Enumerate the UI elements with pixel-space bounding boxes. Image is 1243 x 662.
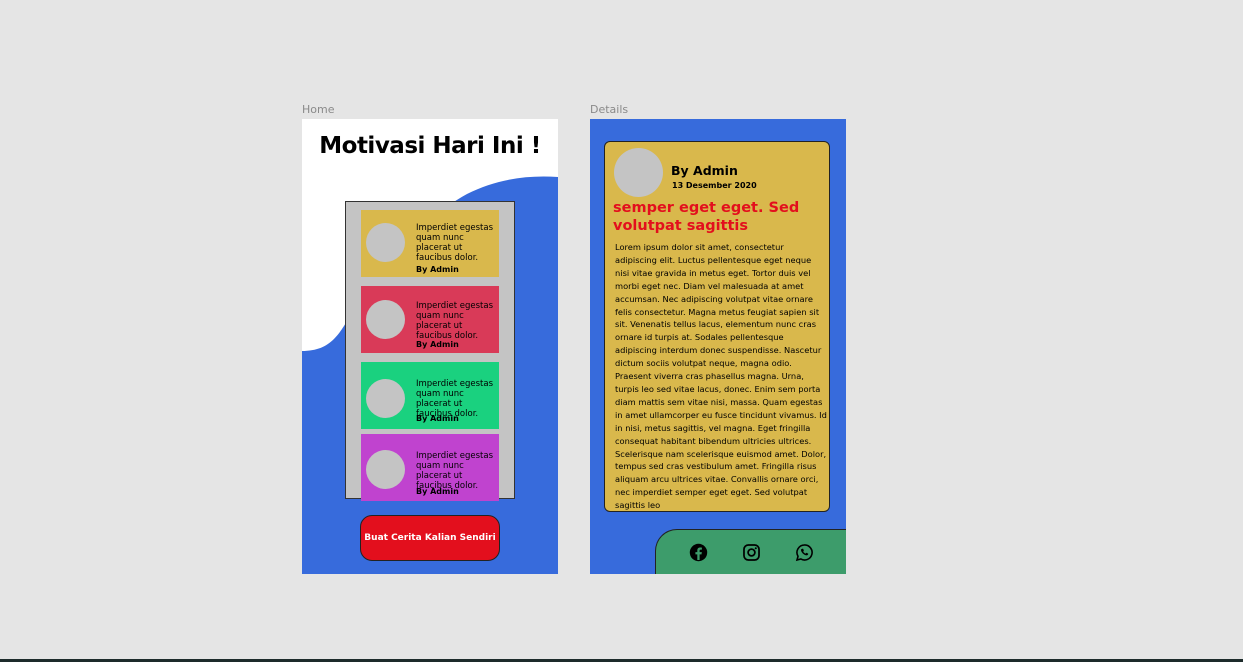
story-author: By Admin [671,163,738,178]
story-excerpt: Imperdiet egestas quam nunc placerat ut … [416,379,494,419]
avatar [366,300,405,339]
facebook-icon[interactable] [689,543,708,562]
whatsapp-icon[interactable] [795,543,814,562]
story-list: Imperdiet egestas quam nunc placerat ut … [345,201,515,501]
story-body: Lorem ipsum dolor sit amet, consectetur … [615,242,827,511]
frame-label-details: Details [590,103,629,116]
home-screen: Motivasi Hari Ini ! Imperdiet egestas qu… [302,119,558,574]
story-excerpt: Imperdiet egestas quam nunc placerat ut … [416,301,494,341]
avatar [366,379,405,418]
page-title: Motivasi Hari Ini ! [319,133,541,159]
avatar [366,223,405,262]
avatar [614,148,663,197]
avatar [366,450,405,489]
story-card[interactable]: Imperdiet egestas quam nunc placerat ut … [361,210,499,277]
story-excerpt: Imperdiet egestas quam nunc placerat ut … [416,451,494,491]
story-headline: semper eget eget. Sed volutpat sagittis [613,200,800,234]
story-author: By Admin [416,414,459,423]
story-author: By Admin [416,340,459,349]
social-bar [655,529,846,574]
story-date: 13 Desember 2020 [672,181,757,190]
story-card[interactable]: Imperdiet egestas quam nunc placerat ut … [361,362,499,429]
story-author: By Admin [416,265,459,274]
story-detail-card: By Admin 13 Desember 2020 semper eget eg… [604,141,830,512]
create-story-button[interactable]: Buat Cerita Kalian Sendiri [360,515,500,561]
frame-label-home: Home [302,103,335,116]
story-card[interactable]: Imperdiet egestas quam nunc placerat ut … [361,434,499,501]
story-author: By Admin [416,487,459,496]
story-excerpt: Imperdiet egestas quam nunc placerat ut … [416,223,494,263]
story-card[interactable]: Imperdiet egestas quam nunc placerat ut … [361,286,499,353]
details-screen: By Admin 13 Desember 2020 semper eget eg… [590,119,846,574]
instagram-icon[interactable] [742,543,761,562]
